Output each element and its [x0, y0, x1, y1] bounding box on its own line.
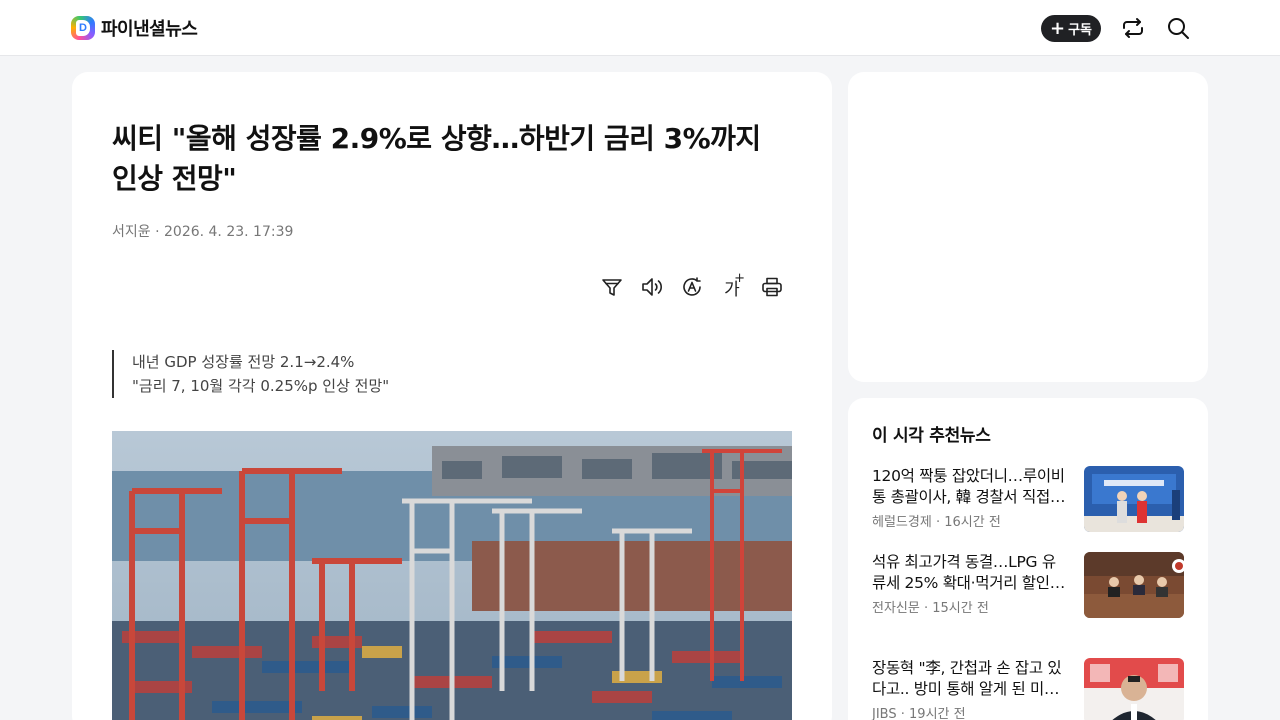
news-time: 15시간 전	[932, 601, 989, 616]
recommended-news-meta: 헤럴드경제 · 16시간 전	[872, 515, 1001, 530]
subscribe-label: 구독	[1068, 23, 1092, 38]
listen-icon[interactable]	[640, 275, 664, 299]
byline-separator: ·	[155, 224, 160, 240]
plus-small-icon: +	[734, 271, 745, 286]
recommended-news-item[interactable]: 장동혁 "李, 간첩과 손 잡고 있다고.. 방미 통해 알게 된 미국의 시선…	[872, 658, 1184, 720]
recommended-news-meta: JIBS · 19시간 전	[872, 707, 966, 720]
recommended-news-item[interactable]: 120억 짝퉁 잡았더니…루이비통 총괄이사, 韓 경찰서 직접 찾아와 헤럴드…	[872, 466, 1184, 532]
recommended-news-headline[interactable]: 장동혁 "李, 간첩과 손 잡고 있다고.. 방미 통해 알게 된 미국의 시선…	[872, 658, 1067, 700]
summary-filter-icon[interactable]	[600, 275, 624, 299]
font-size-icon[interactable]: 가 +	[720, 271, 745, 300]
brand-logo-link[interactable]: 파이낸셜뉴스	[71, 16, 198, 40]
brand-logo-icon	[71, 16, 95, 40]
translate-icon[interactable]	[680, 275, 704, 299]
recommended-news-text: 장동혁 "李, 간첩과 손 잡고 있다고.. 방미 통해 알게 된 미국의 시선…	[872, 658, 1067, 720]
top-navigation-bar: 파이낸셜뉴스 + 구독	[0, 0, 1280, 56]
plus-icon: +	[1049, 17, 1066, 39]
print-icon[interactable]	[760, 275, 784, 299]
recommended-news-title: 이 시각 추천뉴스	[872, 426, 991, 446]
recommended-news-thumbnail[interactable]	[1084, 552, 1184, 618]
recommended-news-thumbnail[interactable]	[1084, 466, 1184, 532]
article-main-photo[interactable]	[112, 431, 792, 720]
sidebar-ad-slot	[848, 72, 1208, 382]
subscribe-button[interactable]: + 구독	[1041, 15, 1101, 42]
article-toolbar: 가 +	[600, 271, 784, 301]
recommended-news-card: 이 시각 추천뉴스 120억 짝퉁 잡았더니…루이비통 총괄이사, 韓 경찰서 …	[848, 398, 1208, 720]
news-source: 전자신문	[872, 601, 920, 616]
article-card: 씨티 "올해 성장률 2.9%로 상향…하반기 금리 3%까지 인상 전망" 서…	[72, 72, 832, 720]
brand-name: 파이낸셜뉴스	[101, 19, 198, 40]
news-source: JIBS	[872, 707, 897, 720]
news-source: 헤럴드경제	[872, 515, 932, 530]
recommended-news-headline[interactable]: 120억 짝퉁 잡았더니…루이비통 총괄이사, 韓 경찰서 직접 찾아와	[872, 466, 1067, 508]
publish-datetime: 2026. 4. 23. 17:39	[164, 224, 294, 240]
article-headline: 씨티 "올해 성장률 2.9%로 상향…하반기 금리 3%까지 인상 전망"	[112, 122, 761, 195]
recommended-news-meta: 전자신문 · 15시간 전	[872, 601, 989, 616]
recommended-news-thumbnail[interactable]	[1084, 658, 1184, 720]
summary-line: 내년 GDP 성장률 전망 2.1→2.4%	[132, 353, 355, 371]
article-summary: 내년 GDP 성장률 전망 2.1→2.4% "금리 7, 10월 각각 0.2…	[112, 350, 389, 398]
author-name[interactable]: 서지윤	[112, 224, 151, 240]
news-time: 19시간 전	[909, 707, 966, 720]
article-byline: 서지윤 · 2026. 4. 23. 17:39	[112, 221, 293, 241]
search-icon[interactable]	[1166, 16, 1190, 40]
recommended-news-text: 120억 짝퉁 잡았더니…루이비통 총괄이사, 韓 경찰서 직접 찾아와 헤럴드…	[872, 466, 1067, 530]
share-icon[interactable]	[1121, 16, 1145, 40]
recommended-news-headline[interactable]: 석유 최고가격 동결…LPG 유류세 25% 확대·먹거리 할인 병행	[872, 552, 1067, 594]
recommended-news-item[interactable]: 석유 최고가격 동결…LPG 유류세 25% 확대·먹거리 할인 병행 전자신문…	[872, 552, 1184, 618]
recommended-news-text: 석유 최고가격 동결…LPG 유류세 25% 확대·먹거리 할인 병행 전자신문…	[872, 552, 1067, 616]
news-time: 16시간 전	[944, 515, 1001, 530]
summary-line: "금리 7, 10월 각각 0.25%p 인상 전망"	[132, 377, 390, 395]
